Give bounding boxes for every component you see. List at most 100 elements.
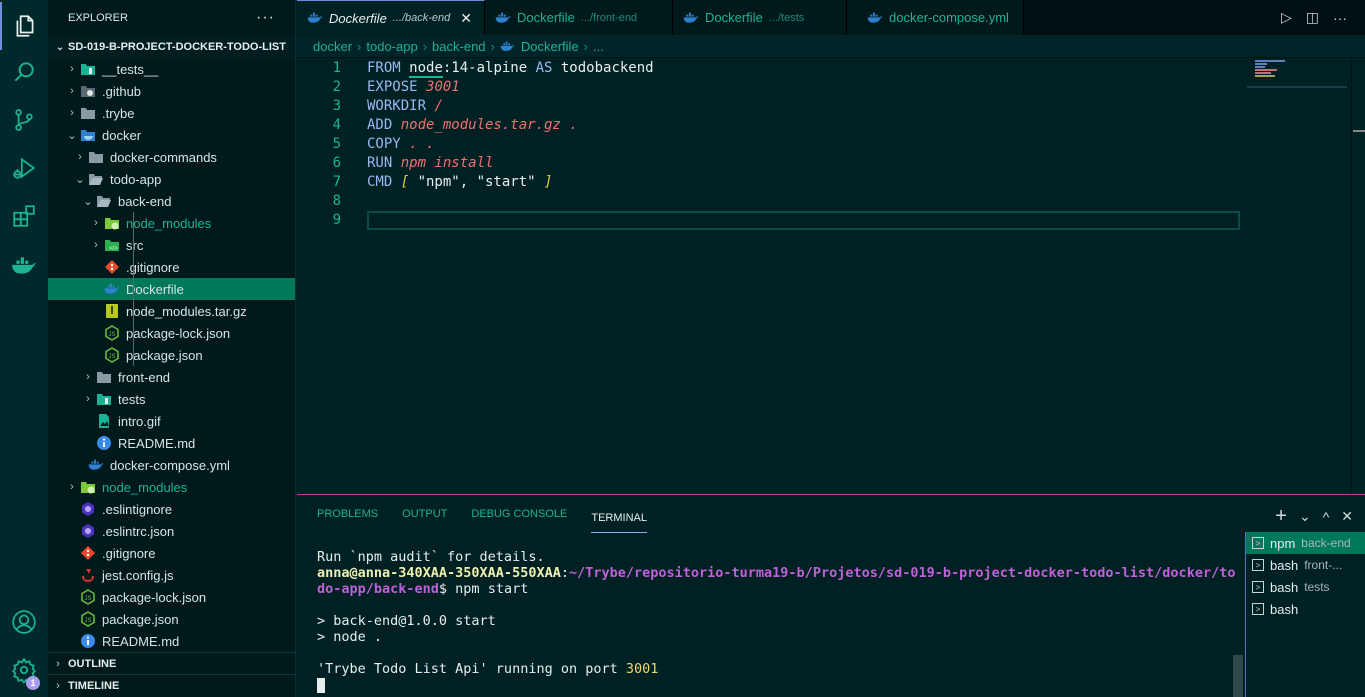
tab-output[interactable]: OUTPUT	[402, 495, 447, 533]
activity-accounts[interactable]	[0, 598, 48, 646]
breadcrumb-item[interactable]: Dockerfile	[521, 39, 579, 54]
more-icon[interactable]: ···	[1333, 10, 1347, 26]
breadcrumb-item[interactable]: todo-app	[366, 39, 417, 54]
tree-item[interactable]: JS package-lock.json	[48, 322, 295, 344]
docker-file-icon	[500, 41, 515, 51]
tree-item-label: .github	[102, 83, 142, 99]
tree-item[interactable]: › node_modules	[48, 476, 295, 498]
tab-debug-console[interactable]: DEBUG CONSOLE	[471, 495, 567, 533]
tree-item[interactable]: › tests	[48, 388, 295, 410]
tab-dockerfile-back-end[interactable]: Dockerfile .../back-end ✕	[297, 0, 485, 35]
tree-item[interactable]: › .github	[48, 80, 295, 102]
terminal-output[interactable]: Run `npm audit` for details. anna@anna-3…	[317, 549, 1237, 693]
section-outline[interactable]: › OUTLINE	[48, 652, 296, 674]
terminal-instance[interactable]: > bash front-...	[1246, 554, 1365, 576]
tree-item[interactable]: JS package.json	[48, 608, 295, 630]
minimap[interactable]	[1247, 58, 1347, 98]
close-icon[interactable]: ✕	[460, 10, 472, 27]
code-editor[interactable]: 1 FROM node:14-alpine AS todobackend 2 EXPO…	[297, 57, 1365, 495]
tab-terminal[interactable]: TERMINAL	[591, 503, 647, 533]
tab-docker-compose[interactable]: docker-compose.yml	[847, 0, 1024, 35]
tab-dockerfile-front-end[interactable]: Dockerfile .../front-end	[485, 0, 673, 35]
terminal-instance[interactable]: > bash tests	[1246, 576, 1365, 598]
chevron-down-icon: ⌄	[67, 129, 77, 142]
chevron-down-icon: ⌄	[55, 41, 65, 53]
tree-item[interactable]: .gitignore	[48, 256, 295, 278]
tree-item[interactable]: › __tests__	[48, 58, 295, 80]
github-folder-icon	[80, 83, 96, 99]
tab-dockerfile-tests[interactable]: Dockerfile .../tests	[673, 0, 847, 35]
activity-manage[interactable]: 1	[0, 646, 48, 694]
activity-run-debug[interactable]	[0, 144, 48, 192]
maximize-panel-button[interactable]: ^	[1323, 509, 1330, 525]
tree-item[interactable]: › </> src	[48, 234, 295, 256]
terminal-scrollbar[interactable]	[1233, 655, 1243, 697]
svg-text:JS: JS	[85, 618, 92, 624]
project-root[interactable]: ⌄ SD-019-B-PROJECT-DOCKER-TODO-LIST	[48, 36, 295, 58]
tree-item-label: package-lock.json	[126, 325, 231, 341]
terminal-instance[interactable]: > bash	[1246, 598, 1365, 620]
code-token: npm install	[400, 155, 494, 171]
chevron-right-icon: ›	[94, 239, 98, 251]
tree-item-label: src	[126, 237, 144, 253]
close-panel-button[interactable]: ✕	[1341, 508, 1353, 525]
split-editor-icon[interactable]: ◫	[1306, 9, 1319, 26]
breadcrumb-item[interactable]: ...	[593, 39, 604, 54]
activity-explorer[interactable]	[0, 2, 48, 50]
code-token: FROM	[367, 60, 410, 76]
account-icon	[12, 610, 36, 634]
tree-item[interactable]: .gitignore	[48, 542, 295, 564]
tree-item[interactable]: intro.gif	[48, 410, 295, 432]
source-control-icon	[15, 109, 33, 131]
svg-text:</>: </>	[109, 246, 118, 252]
chevron-right-icon: ›	[56, 679, 60, 692]
tree-item[interactable]: JS package-lock.json	[48, 586, 295, 608]
breadcrumb-item[interactable]: back-end	[432, 39, 485, 54]
docker-folder-icon	[80, 127, 96, 143]
code-line: 6 RUN npm install	[297, 154, 1247, 173]
tree-item[interactable]: README.md	[48, 432, 295, 454]
tree-item[interactable]: › node_modules	[48, 212, 295, 234]
tree-item[interactable]: Dockerfile	[48, 278, 295, 300]
code-line: 2 EXPOSE 3001	[297, 78, 1247, 97]
line-number: 6	[332, 155, 341, 171]
activity-extensions[interactable]	[0, 192, 48, 240]
tree-item[interactable]: › front-end	[48, 366, 295, 388]
activity-docker[interactable]	[0, 242, 48, 290]
docker-file-icon	[88, 457, 104, 473]
chevron-down-icon: ⌄	[83, 195, 93, 208]
tree-item[interactable]: README.md	[48, 630, 295, 652]
tree-item[interactable]: jest.config.js	[48, 564, 295, 586]
tab-problems[interactable]: PROBLEMS	[317, 495, 378, 533]
tree-item[interactable]: ⌄ back-end	[48, 190, 295, 212]
tree-item[interactable]: docker-compose.yml	[48, 454, 295, 476]
tree-item[interactable]: › docker-commands	[48, 146, 295, 168]
run-icon[interactable]: ▷	[1281, 9, 1292, 26]
tree-item[interactable]: ⌄ docker	[48, 124, 295, 146]
tree-item-label: __tests__	[102, 61, 159, 77]
folder-open-icon	[88, 171, 104, 187]
folder-open-icon	[96, 193, 112, 209]
tree-item[interactable]: › .trybe	[48, 102, 295, 124]
terminal-name: npm	[1270, 535, 1296, 551]
tree-item[interactable]: JS package.json	[48, 344, 295, 366]
svg-text:JS: JS	[85, 596, 92, 602]
tree-item[interactable]: node_modules.tar.gz	[48, 300, 295, 322]
tree-item-label: .eslintrc.json	[102, 523, 175, 539]
tree-item[interactable]: ⌄ todo-app	[48, 168, 295, 190]
activity-source-control[interactable]	[0, 96, 48, 144]
panel-actions: + ⌄ ^ ✕	[1275, 505, 1353, 528]
tree-item[interactable]: .eslintignore	[48, 498, 295, 520]
tree-item-label: package.json	[126, 347, 203, 363]
more-actions-button[interactable]: ···	[256, 9, 275, 27]
terminal-dropdown-button[interactable]: ⌄	[1299, 508, 1311, 525]
section-outline-label: OUTLINE	[68, 657, 117, 670]
line-number: 2	[332, 79, 341, 95]
new-terminal-button[interactable]: +	[1275, 505, 1287, 528]
terminal-instance[interactable]: > npm back-end	[1246, 532, 1365, 554]
tree-item[interactable]: .eslintrc.json	[48, 520, 295, 542]
editor-scrollbar[interactable]	[1351, 58, 1365, 495]
activity-search[interactable]	[0, 48, 48, 96]
section-timeline[interactable]: › TIMELINE	[48, 674, 296, 696]
breadcrumb-item[interactable]: docker	[313, 39, 352, 54]
